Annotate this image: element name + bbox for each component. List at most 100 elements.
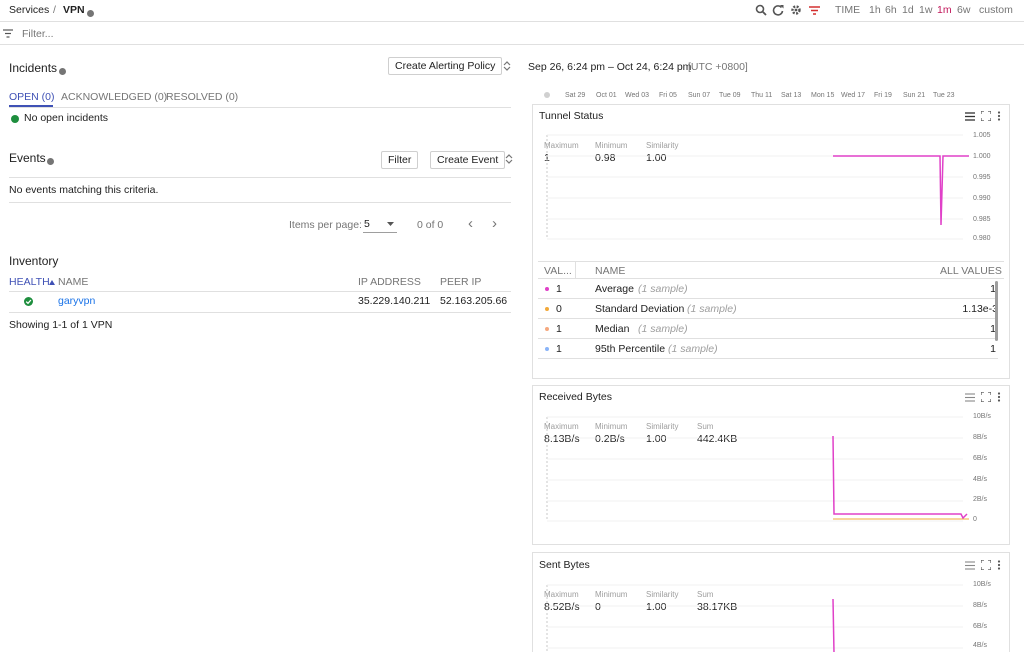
y-tick: 1.000 bbox=[973, 153, 991, 160]
y-tick: 8B/s bbox=[973, 434, 988, 441]
y-tick: 0.990 bbox=[973, 195, 991, 202]
y-tick: 4B/s bbox=[973, 642, 988, 649]
gear-icon[interactable] bbox=[790, 4, 802, 16]
legend-row-divider bbox=[538, 358, 998, 359]
y-tick: 6B/s bbox=[973, 623, 988, 630]
y-tick: 0.995 bbox=[973, 174, 991, 181]
legend-value: 0 bbox=[556, 303, 562, 315]
series-dot bbox=[545, 347, 549, 351]
time-range-1h[interactable]: 1h bbox=[869, 4, 881, 16]
collapse-events-icon[interactable] bbox=[505, 154, 513, 164]
legend-toggle-icon[interactable] bbox=[965, 561, 975, 570]
y-tick: 0.985 bbox=[973, 216, 991, 223]
events-filter-button[interactable]: Filter bbox=[381, 151, 419, 169]
sent-bytes-card: Sent Bytes Maximum 8.52B/s Minimum 0 Sim… bbox=[532, 552, 1010, 652]
inventory-title: Inventory bbox=[9, 254, 59, 268]
time-range-1m[interactable]: 1m bbox=[937, 4, 952, 16]
time-range-6h[interactable]: 6h bbox=[885, 4, 897, 16]
incidents-help-icon[interactable] bbox=[59, 65, 66, 77]
collapse-incidents-icon[interactable] bbox=[503, 61, 511, 71]
y-tick: 2B/s bbox=[973, 496, 988, 503]
legend-name: Standard Deviation bbox=[595, 303, 685, 315]
inventory-row-divider bbox=[9, 312, 511, 313]
legend-toggle-icon[interactable] bbox=[965, 393, 975, 402]
timeline-label: Fri 05 bbox=[659, 92, 677, 99]
legend-samples: (1 sample) bbox=[638, 323, 688, 335]
health-column-header[interactable]: HEALTH bbox=[9, 276, 50, 288]
items-per-page-value: 5 bbox=[364, 218, 370, 230]
legend-divider bbox=[538, 261, 1004, 262]
timeline-label: Sat 13 bbox=[781, 92, 802, 99]
val-column-header[interactable]: VAL... bbox=[544, 265, 572, 277]
ok-status-icon bbox=[11, 115, 19, 123]
timeline-label: Tue 09 bbox=[719, 92, 741, 99]
timeline-handle[interactable] bbox=[544, 92, 550, 98]
next-page-button[interactable]: › bbox=[492, 215, 497, 232]
no-incidents-text: No open incidents bbox=[24, 112, 109, 124]
received-bytes-chart[interactable] bbox=[541, 413, 971, 525]
create-alerting-policy-button[interactable]: Create Alerting Policy bbox=[388, 57, 503, 75]
name-column-header[interactable]: NAME bbox=[58, 276, 88, 288]
peer-ip-column-header[interactable]: PEER IP bbox=[440, 276, 481, 288]
breadcrumb-parent[interactable]: Services bbox=[9, 4, 49, 16]
legend-row[interactable]: 1 95th Percentile (1 sample) 1 bbox=[538, 339, 998, 358]
filter-lines-icon[interactable] bbox=[808, 4, 821, 16]
tab-open[interactable]: OPEN (0) bbox=[9, 91, 55, 103]
date-range: Sep 26, 6:24 pm – Oct 24, 6:24 pm bbox=[528, 61, 692, 73]
fullscreen-icon[interactable] bbox=[981, 111, 991, 121]
ip-column-header[interactable]: IP ADDRESS bbox=[358, 276, 421, 288]
legend-samples: (1 sample) bbox=[687, 303, 737, 315]
column-resize-handle[interactable] bbox=[575, 262, 576, 278]
legend-scrollbar[interactable] bbox=[995, 281, 998, 341]
tab-acknowledged[interactable]: ACKNOWLEDGED (0) bbox=[61, 91, 167, 103]
legend-row[interactable]: 1 Median (1 sample) 1 bbox=[538, 319, 998, 338]
series-dot bbox=[545, 307, 549, 311]
fullscreen-icon[interactable] bbox=[981, 392, 991, 402]
timeline-label: Fri 19 bbox=[874, 92, 892, 99]
timeline[interactable]: Sat 29 Oct 01 Wed 03 Fri 05 Sun 07 Tue 0… bbox=[536, 88, 976, 102]
legend-toggle-icon[interactable] bbox=[965, 112, 975, 121]
legend-row[interactable]: 1 Average (1 sample) 1 bbox=[538, 279, 998, 298]
tab-resolved[interactable]: RESOLVED (0) bbox=[166, 91, 238, 103]
y-tick: 0 bbox=[973, 516, 977, 523]
sent-bytes-chart[interactable] bbox=[541, 581, 971, 652]
search-icon[interactable] bbox=[755, 4, 767, 16]
help-icon[interactable] bbox=[87, 7, 94, 19]
items-per-page-select[interactable]: 5 bbox=[363, 216, 397, 233]
incidents-title: Incidents bbox=[9, 61, 58, 75]
time-range-1w[interactable]: 1w bbox=[919, 4, 932, 16]
name-column-header[interactable]: NAME bbox=[595, 265, 625, 277]
create-event-button[interactable]: Create Event bbox=[430, 151, 506, 169]
more-vert-icon[interactable] bbox=[997, 560, 1001, 570]
events-help-icon[interactable] bbox=[47, 155, 54, 167]
time-label: TIME bbox=[835, 4, 861, 16]
timeline-label: Oct 01 bbox=[596, 92, 617, 99]
filter-input[interactable] bbox=[22, 26, 422, 42]
time-range-6w[interactable]: 6w bbox=[957, 4, 970, 16]
table-row[interactable]: garyvpn 35.229.140.211 52.163.205.66 bbox=[9, 292, 511, 312]
legend-name: Average bbox=[595, 283, 634, 295]
timezone: [UTC +0800] bbox=[688, 61, 748, 73]
time-range-1d[interactable]: 1d bbox=[902, 4, 914, 16]
top-bar: Services / VPN TIME 1h 6h 1d 1w 1m 6w cu… bbox=[0, 0, 1024, 22]
all-values-column-header[interactable]: ALL VALUES bbox=[940, 265, 1002, 277]
refresh-icon[interactable] bbox=[772, 4, 784, 16]
breadcrumb-separator: / bbox=[53, 4, 56, 16]
legend-value: 1 bbox=[556, 283, 562, 295]
vpn-name-link[interactable]: garyvpn bbox=[58, 295, 95, 307]
legend-row[interactable]: 0 Standard Deviation (1 sample) 1.13e-3 bbox=[538, 299, 998, 318]
tunnel-status-title: Tunnel Status bbox=[539, 110, 604, 122]
events-divider-top bbox=[9, 177, 511, 178]
tunnel-status-chart[interactable] bbox=[541, 131, 971, 243]
fullscreen-icon[interactable] bbox=[981, 560, 991, 570]
filter-bar bbox=[0, 23, 1024, 45]
prev-page-button[interactable]: ‹ bbox=[468, 215, 473, 232]
events-divider-bottom bbox=[9, 202, 511, 203]
more-vert-icon[interactable] bbox=[997, 111, 1001, 121]
time-range-custom[interactable]: custom bbox=[979, 4, 1013, 16]
y-tick: 8B/s bbox=[973, 602, 988, 609]
legend-value: 1 bbox=[556, 343, 562, 355]
tabs-divider bbox=[9, 107, 511, 108]
timeline-label: Sat 29 bbox=[565, 92, 586, 99]
more-vert-icon[interactable] bbox=[997, 392, 1001, 402]
